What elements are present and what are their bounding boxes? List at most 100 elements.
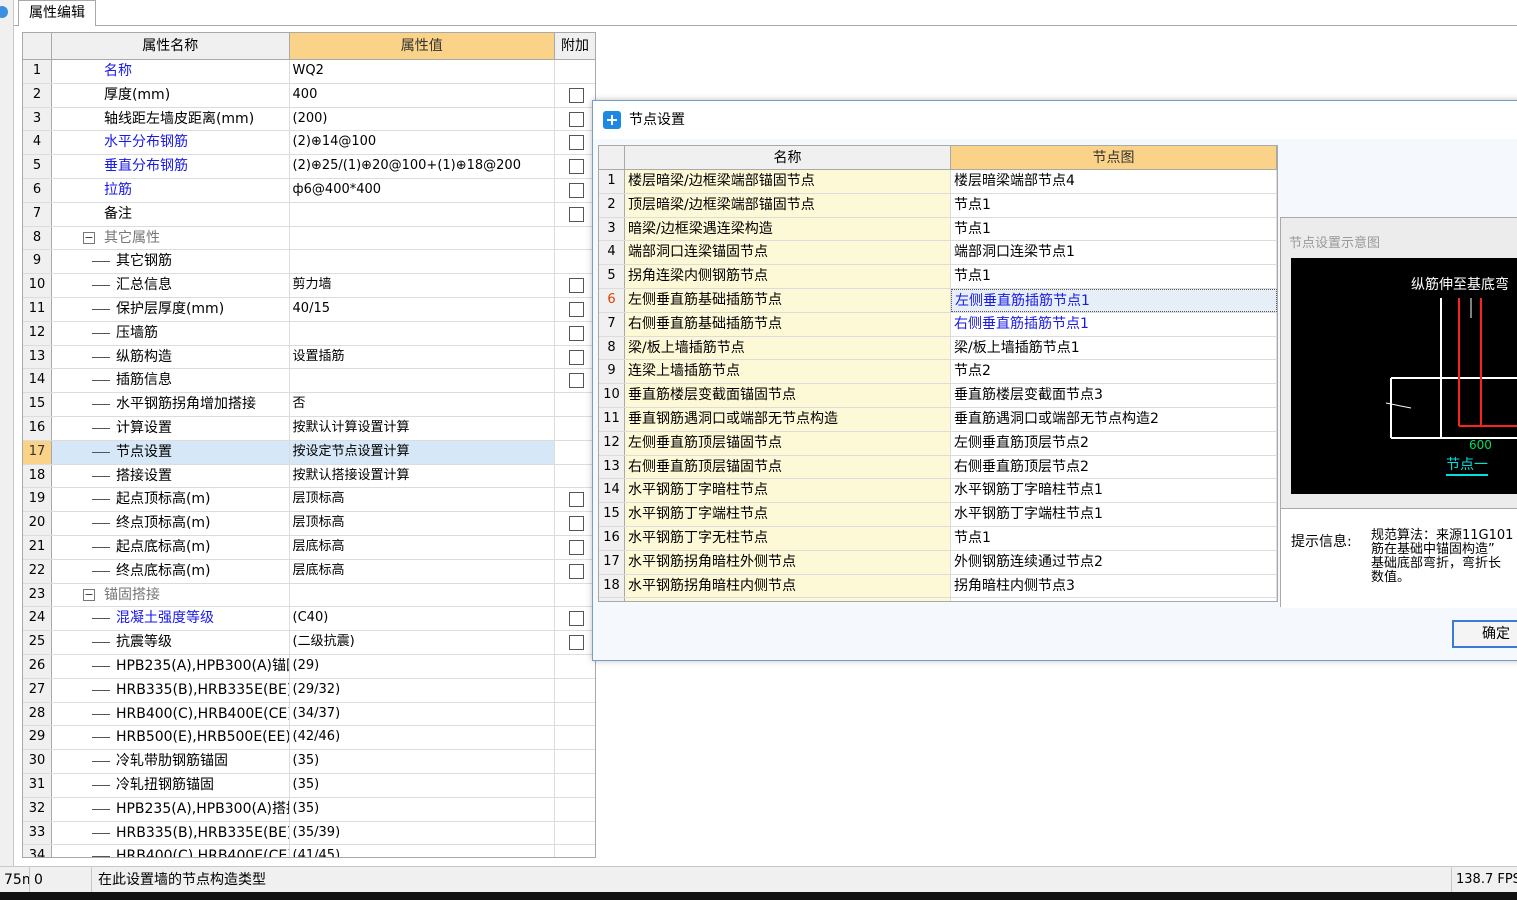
collapse-icon[interactable]: − [82, 588, 95, 601]
property-value[interactable] [290, 250, 556, 274]
property-row[interactable]: 8− 其它属性 [23, 226, 595, 251]
property-value[interactable]: (2)⊕25/(1)⊕20@100+(1)⊕18@200 [290, 155, 556, 178]
property-row[interactable]: 22 终点底标高(m) 层底标高 [23, 559, 595, 584]
property-row[interactable]: 20 终点顶标高(m) 层顶标高 [23, 512, 595, 536]
property-value[interactable]: 按设定节点设置计算 [289, 440, 556, 464]
node-diagram-select[interactable]: 左侧垂直筋顶层节点2 [951, 431, 1277, 455]
extra-checkbox[interactable] [569, 135, 585, 151]
property-row[interactable]: 21 起点底标高(m) 层底标高 [23, 535, 595, 560]
extra-checkbox[interactable] [569, 373, 585, 389]
header-property-value[interactable]: 属性值 [289, 33, 556, 59]
tab-property-edit[interactable]: 属性编辑 [18, 0, 96, 26]
property-value[interactable]: (42/46) [290, 726, 556, 750]
extra-checkbox[interactable] [569, 349, 585, 365]
property-value[interactable]: 层顶标高 [290, 512, 556, 535]
node-diagram-select[interactable]: 拐角暗柱内侧节点3 [951, 574, 1277, 598]
collapse-icon[interactable]: − [82, 231, 95, 244]
property-value[interactable]: WQ2 [290, 60, 556, 83]
node-row[interactable]: 16 水平钢筋丁字无柱节点 节点1 [599, 526, 1277, 551]
node-diagram-select[interactable]: 端部洞口连梁节点1 [951, 241, 1277, 265]
property-value[interactable]: 层底标高 [290, 535, 556, 559]
extra-checkbox[interactable] [569, 492, 585, 508]
property-value[interactable]: (35) [290, 773, 556, 797]
extra-checkbox[interactable] [569, 301, 585, 317]
extra-checkbox[interactable] [569, 516, 585, 532]
property-row[interactable]: 27 HRB335(B),HRB335E(BE),HRBF(29/32) [23, 678, 595, 703]
node-row[interactable]: 7 右侧垂直筋基础插筋节点 右侧垂直筋插筋节点1 [599, 312, 1277, 337]
node-row[interactable]: 8 梁/板上墙插筋节点 梁/板上墙插筋节点1 [599, 336, 1277, 361]
node-diagram-select[interactable]: 左侧垂直筋插筋节点1 [951, 288, 1277, 312]
property-value[interactable]: (35) [290, 797, 556, 821]
property-row[interactable]: 2 厚度(mm) 400 [23, 83, 595, 108]
property-row[interactable]: 16 计算设置 按默认计算设置计算 [23, 416, 595, 441]
property-row[interactable]: 23− 锚固搭接 [23, 583, 595, 608]
extra-checkbox[interactable] [569, 87, 585, 103]
extra-checkbox[interactable] [569, 159, 585, 175]
property-row[interactable]: 29 HRB500(E),HRB500E(EE),HRBF(42/46) [23, 726, 595, 751]
property-value[interactable]: (二级抗震) [290, 631, 556, 654]
node-row[interactable]: 5 拐角连梁内侧钢筋节点 节点1 [599, 265, 1277, 289]
property-value[interactable]: (29) [290, 654, 556, 678]
property-value[interactable]: (200) [290, 107, 556, 131]
node-row[interactable]: 12 左侧垂直筋顶层锚固节点 左侧垂直筋顶层节点2 [599, 431, 1277, 456]
node-row[interactable]: 9 连梁上墙插筋节点 节点2 [599, 360, 1277, 385]
extra-checkbox[interactable] [569, 611, 585, 627]
property-value[interactable]: (34/37) [290, 702, 556, 726]
property-value[interactable]: 否 [290, 393, 556, 416]
extra-checkbox[interactable] [569, 635, 585, 651]
node-row[interactable]: 6 左侧垂直筋基础插筋节点 左侧垂直筋插筋节点1 [599, 288, 1277, 313]
property-value[interactable] [290, 321, 556, 345]
node-header-diagram[interactable]: 节点图 [951, 146, 1277, 169]
property-row[interactable]: 24 混凝土强度等级 (C40) [23, 607, 595, 632]
node-diagram-select[interactable]: 节点1 [951, 526, 1277, 550]
node-diagram-select[interactable]: 楼层暗梁端部节点4 [951, 170, 1277, 193]
property-value[interactable] [290, 369, 556, 393]
property-row[interactable]: 33 HRB335(B),HRB335E(BE),HRBF(35/39) [23, 821, 595, 846]
property-row[interactable]: 4 水平分布钢筋 (2)⊕14@100 [23, 131, 595, 156]
property-row[interactable]: 10 汇总信息 剪力墙 [23, 274, 595, 298]
property-value[interactable]: 400 [290, 83, 556, 107]
property-row[interactable]: 30 冷轧带肋钢筋锚固 (35) [23, 750, 595, 774]
property-row[interactable]: 28 HRB400(C),HRB400E(CE),HRBF(34/37) [23, 702, 595, 727]
node-diagram-select[interactable]: 垂直筋楼层变截面节点3 [951, 384, 1277, 407]
node-diagram-select[interactable]: 节点1 [951, 217, 1277, 241]
property-value[interactable]: (2)⊕14@100 [290, 131, 556, 155]
ok-button[interactable]: 确定 [1452, 620, 1517, 648]
node-diagram-select[interactable]: 节点1 [951, 193, 1277, 217]
node-diagram-select[interactable]: 右侧垂直筋顶层节点2 [951, 455, 1277, 479]
property-value[interactable]: (41/45) [290, 845, 556, 857]
property-row[interactable]: 6 拉筋 ф6@400*400 [23, 178, 595, 203]
extra-checkbox[interactable] [569, 539, 585, 555]
node-diagram-select[interactable]: 水平钢筋丁字暗柱节点1 [951, 479, 1277, 503]
property-value[interactable]: (C40) [290, 607, 556, 631]
property-row[interactable]: 12 压墙筋 [23, 321, 595, 346]
property-value[interactable] [290, 226, 556, 250]
node-row[interactable]: 13 右侧垂直筋顶层锚固节点 右侧垂直筋顶层节点2 [599, 455, 1277, 480]
extra-checkbox[interactable] [569, 278, 585, 294]
property-value[interactable]: 剪力墙 [290, 274, 556, 297]
property-row[interactable]: 9 其它钢筋 [23, 250, 595, 275]
node-row[interactable]: 10 垂直筋楼层变截面锚固节点 垂直筋楼层变截面节点3 [599, 384, 1277, 408]
node-row[interactable]: 17 水平钢筋拐角暗柱外侧节点 外侧钢筋连续通过节点2 [599, 550, 1277, 575]
property-row[interactable]: 26 HPB235(A),HPB300(A)锚固 (29) [23, 654, 595, 679]
dialog-title-bar[interactable]: 节点设置 [593, 101, 1517, 139]
property-value[interactable]: ф6@400*400 [290, 178, 556, 202]
node-diagram-select[interactable]: 梁/板上墙插筋节点1 [951, 336, 1277, 360]
property-row[interactable]: 11 保护层厚度(mm) 40/15 [23, 297, 595, 322]
property-row[interactable]: 3 轴线距左墙皮距离(mm) (200) [23, 107, 595, 132]
property-row[interactable]: 18 搭接设置 按默认搭接设置计算 [23, 464, 595, 489]
extra-checkbox[interactable] [569, 563, 585, 579]
node-row[interactable]: 15 水平钢筋丁字端柱节点 水平钢筋丁字端柱节点1 [599, 503, 1277, 527]
property-value[interactable] [290, 583, 556, 607]
node-row[interactable]: 4 端部洞口连梁锚固节点 端部洞口连梁节点1 [599, 241, 1277, 266]
property-row[interactable]: 7 备注 [23, 202, 595, 227]
node-row[interactable]: 18 水平钢筋拐角暗柱内侧节点 拐角暗柱内侧节点3 [599, 574, 1277, 599]
property-row[interactable]: 15 水平钢筋拐角增加搭接 否 [23, 393, 595, 417]
property-row[interactable]: 17 节点设置 按设定节点设置计算 [23, 440, 595, 465]
property-value[interactable]: 层顶标高 [290, 488, 556, 512]
node-row[interactable]: 3 暗梁/边框梁遇连梁构造 节点1 [599, 217, 1277, 242]
header-extra[interactable]: 附加 [555, 33, 595, 59]
node-diagram-select[interactable]: 外侧钢筋连续通过节点2 [951, 550, 1277, 574]
property-value[interactable] [290, 202, 556, 226]
property-row[interactable]: 25 抗震等级 (二级抗震) [23, 631, 595, 655]
